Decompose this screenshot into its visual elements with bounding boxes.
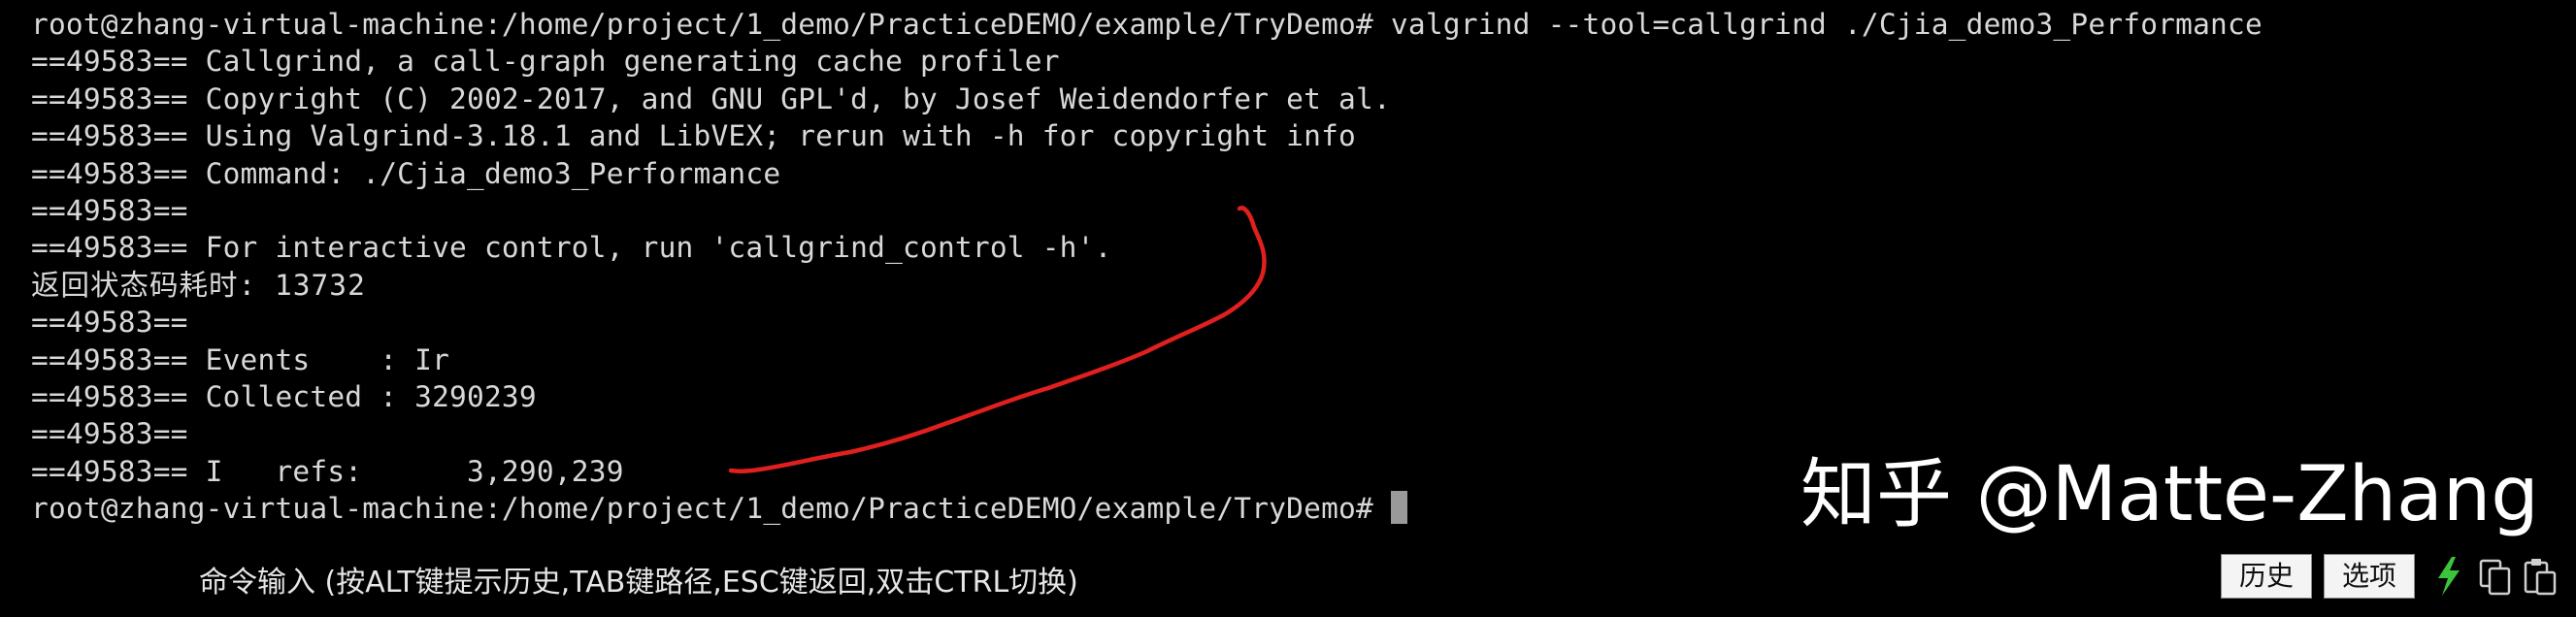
terminal-line: ==49583== Events : Ir [31,342,450,376]
history-button[interactable]: 历史 [2221,554,2312,599]
terminal-line: ==49583== For interactive control, run '… [31,231,1112,265]
terminal-line: ==49583== Collected : 3290239 [31,379,537,413]
shell-prompt: root@zhang-virtual-machine:/home/project… [31,492,1373,526]
terminal-cursor [1390,491,1407,525]
zhihu-watermark: 知乎 @Matte-Zhang [1800,451,2539,538]
command-input-hint[interactable]: 命令输入 (按ALT键提示历史,TAB键路径,ESC键返回,双击CTRL切换) [199,561,1078,605]
terminal-line: root@zhang-virtual-machine:/home/project… [31,8,2262,41]
options-button[interactable]: 选项 [2324,554,2415,599]
copy-icon[interactable] [2477,555,2514,598]
command-status-bar: 命令输入 (按ALT键提示历史,TAB键路径,ESC键返回,双击CTRL切换) … [0,553,2576,617]
terminal-line: ==49583== Using Valgrind-3.18.1 and LibV… [31,119,1356,153]
terminal-line: 返回状态码耗时: 13732 [31,268,366,302]
terminal-line: ==49583== [31,193,188,227]
paste-icon[interactable] [2522,555,2559,598]
terminal-line: ==49583== Copyright (C) 2002-2017, and G… [31,81,1391,115]
terminal-line: ==49583== [31,417,188,451]
terminal-line: ==49583== Callgrind, a call-graph genera… [31,45,1060,79]
lightning-icon[interactable] [2430,555,2467,598]
terminal-line: ==49583== Command: ./Cjia_demo3_Performa… [31,156,781,190]
terminal-line: ==49583== [31,306,188,340]
